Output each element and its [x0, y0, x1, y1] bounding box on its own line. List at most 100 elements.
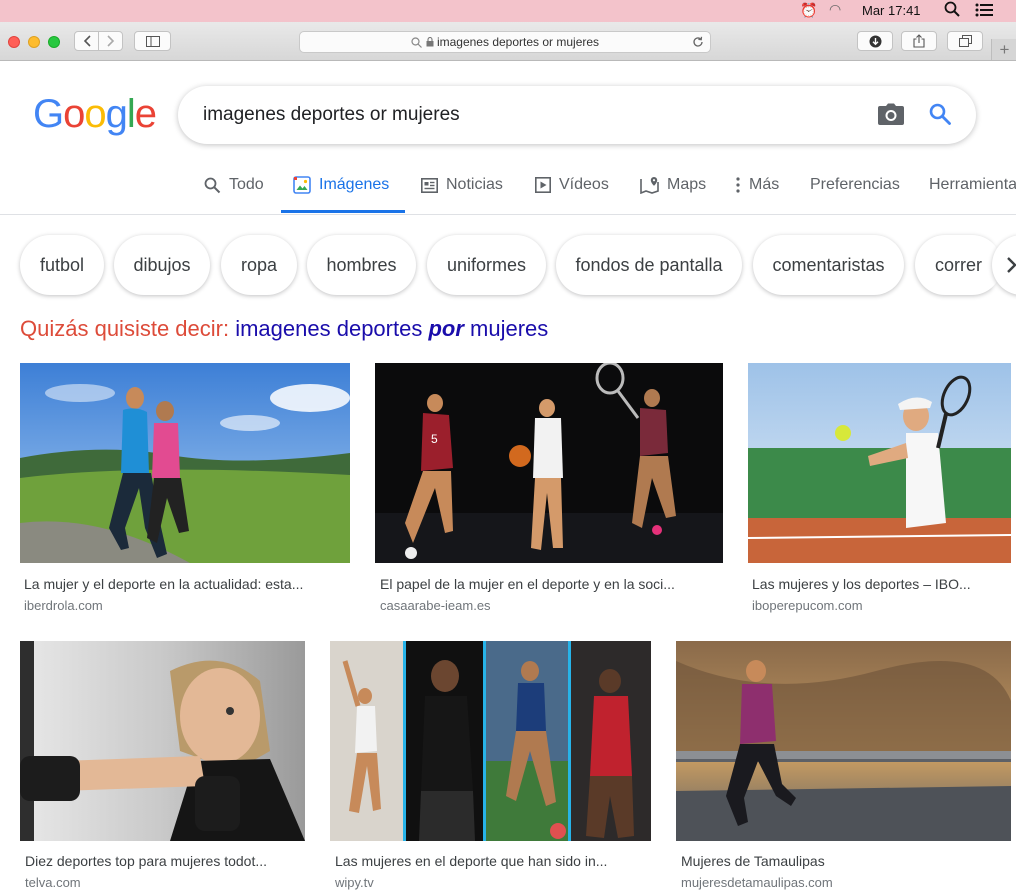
runners-photo — [20, 363, 350, 563]
suggestion-emphasis: por — [428, 316, 464, 341]
address-bar[interactable]: imagenes deportes or mujeres — [299, 31, 711, 53]
lock-icon — [426, 37, 434, 47]
news-icon — [421, 177, 438, 193]
tab-label: Imágenes — [319, 176, 390, 193]
sidebar-icon — [145, 35, 160, 47]
result-image[interactable] — [748, 363, 1011, 563]
tab-label: Noticias — [446, 176, 503, 193]
preferences-link[interactable]: Preferencias — [810, 176, 900, 194]
logo-letter: l — [126, 92, 136, 136]
suggestion-text: mujeres — [470, 316, 549, 341]
browser-toolbar: imagenes deportes or mujeres + — [0, 22, 1016, 61]
did-you-mean-label: Quizás quisiste decir: — [20, 316, 230, 341]
control-center-icon[interactable] — [975, 3, 993, 20]
more-vert-icon — [736, 177, 740, 193]
active-tab-indicator — [281, 210, 405, 213]
address-text: imagenes deportes or mujeres — [436, 35, 600, 49]
tennis-player-photo — [748, 363, 1011, 563]
logo-letter: g — [105, 92, 128, 136]
result-caption[interactable]: Las mujeres y los deportes – IBO... — [752, 576, 1002, 592]
tab-label: Todo — [229, 176, 264, 193]
camera-icon[interactable] — [878, 103, 904, 125]
new-tab-button[interactable]: + — [991, 39, 1016, 60]
tab-label: Maps — [667, 176, 707, 193]
result-source[interactable]: casaarabe-ieam.es — [380, 598, 491, 613]
tabs-icon — [958, 35, 972, 47]
tabs-overview-button[interactable] — [947, 31, 983, 51]
tab-mas[interactable]: Más — [736, 176, 779, 194]
result-caption[interactable]: La mujer y el deporte en la actualidad: … — [24, 576, 342, 592]
athletes-collage-photo — [330, 641, 651, 841]
result-image[interactable]: 5 — [375, 363, 723, 563]
logo-letter: e — [134, 92, 157, 136]
tools-link[interactable]: Herramientas — [929, 176, 1016, 194]
result-caption[interactable]: El papel de la mujer en el deporte y en … — [380, 576, 715, 592]
logo-letter: G — [33, 92, 64, 136]
sidebar-button[interactable] — [134, 31, 171, 51]
google-logo[interactable]: Google — [33, 92, 157, 137]
tab-label: Más — [749, 176, 780, 193]
search-input[interactable]: imagenes deportes or mujeres — [178, 86, 976, 144]
chip-dibujos[interactable]: dibujos — [114, 235, 210, 295]
search-icon[interactable] — [929, 103, 951, 125]
result-source[interactable]: iberdrola.com — [24, 598, 103, 613]
athletes-photo: 5 — [375, 363, 723, 563]
tab-noticias[interactable]: Noticias — [421, 176, 503, 194]
result-image[interactable] — [20, 363, 350, 563]
tab-videos[interactable]: Vídeos — [535, 176, 609, 194]
chevron-right-icon — [1007, 257, 1016, 273]
wifi-icon[interactable]: ◠ — [829, 1, 841, 18]
result-source[interactable]: iboperepucom.com — [752, 598, 863, 613]
search-query[interactable]: imagenes deportes or mujeres — [203, 104, 460, 126]
download-icon — [869, 35, 881, 47]
result-image[interactable] — [20, 641, 305, 841]
logo-letter: o — [63, 92, 85, 136]
reload-icon[interactable] — [692, 36, 704, 48]
tab-todo[interactable]: Todo — [204, 176, 264, 194]
result-source[interactable]: telva.com — [25, 875, 81, 890]
suggestion-link[interactable]: imagenes deportes por mujeres — [235, 316, 548, 341]
chevron-left-icon — [83, 35, 91, 47]
forward-button[interactable] — [98, 31, 123, 51]
chip-futbol[interactable]: futbol — [20, 235, 104, 295]
chip-correr[interactable]: correr — [915, 235, 1002, 295]
chip-uniformes[interactable]: uniformes — [427, 235, 546, 295]
result-caption[interactable]: Las mujeres en el deporte que han sido i… — [335, 853, 645, 869]
header-divider — [0, 214, 1016, 215]
chip-hombres[interactable]: hombres — [307, 235, 416, 295]
result-image[interactable] — [676, 641, 1011, 841]
share-button[interactable] — [901, 31, 937, 51]
chip-ropa[interactable]: ropa — [221, 235, 297, 295]
search-icon — [204, 177, 221, 193]
result-source[interactable]: wipy.tv — [335, 875, 374, 890]
video-icon — [535, 177, 551, 193]
tab-imagenes[interactable]: Imágenes — [293, 176, 389, 194]
tab-maps[interactable]: Maps — [640, 176, 706, 194]
minimize-window-button[interactable] — [28, 36, 40, 48]
result-source[interactable]: mujeresdetamaulipas.com — [681, 875, 833, 890]
back-button[interactable] — [74, 31, 99, 51]
chevron-right-icon — [106, 35, 114, 47]
result-caption[interactable]: Diez deportes top para mujeres todot... — [25, 853, 299, 869]
alarm-icon[interactable]: ⏰ — [800, 2, 817, 19]
chip-fondos-de-pantalla[interactable]: fondos de pantalla — [556, 235, 742, 295]
close-window-button[interactable] — [8, 36, 20, 48]
tab-label: Vídeos — [559, 176, 609, 193]
menu-bar: ⏰ ◠ Mar 17:41 — [0, 0, 1016, 22]
result-image[interactable] — [330, 641, 651, 841]
search-icon — [411, 36, 422, 48]
downloads-button[interactable] — [857, 31, 893, 51]
svg-text:5: 5 — [431, 432, 438, 446]
chip-comentaristas[interactable]: comentaristas — [753, 235, 904, 295]
boxing-woman-photo — [20, 641, 305, 841]
did-you-mean: Quizás quisiste decir: imagenes deportes… — [20, 316, 548, 342]
suggestion-text: imagenes deportes — [235, 316, 423, 341]
result-caption[interactable]: Mujeres de Tamaulipas — [681, 853, 1001, 869]
logo-letter: o — [84, 92, 106, 136]
share-icon — [913, 34, 925, 48]
menubar-clock[interactable]: Mar 17:41 — [862, 3, 921, 18]
spotlight-icon[interactable] — [944, 1, 960, 20]
zoom-window-button[interactable] — [48, 36, 60, 48]
image-icon — [293, 176, 311, 194]
runner-sunset-photo — [676, 641, 1011, 841]
